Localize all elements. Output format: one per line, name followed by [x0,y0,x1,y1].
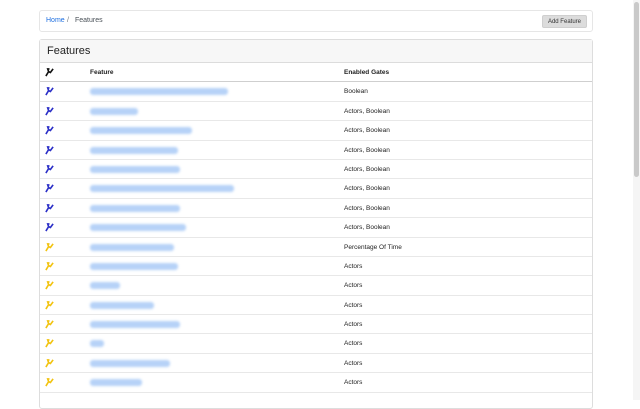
feature-name-link[interactable] [90,88,228,96]
enabled-gates-text: Actors [344,359,363,367]
enabled-gates-text: Actors [344,282,363,290]
table-row: Actors, Boolean [40,121,592,141]
feature-name-link[interactable] [90,185,234,193]
enabled-gates-text: Actors [344,262,363,270]
enabled-gates-text: Actors [344,379,363,387]
enabled-gates-text: Actors, Boolean [344,185,390,193]
table-row: Actors [40,334,592,354]
feature-name-link[interactable] [90,243,174,251]
enabled-gates-text: Actors, Boolean [344,165,390,173]
table-row: Actors [40,276,592,296]
table-row: Percentage Of Time [40,238,592,257]
scrollbar[interactable] [633,0,640,400]
feature-status-icon [45,203,54,213]
enabled-gates-text: Actors, Boolean [344,127,390,135]
feature-name-link[interactable] [90,262,178,270]
feature-name-link[interactable] [90,359,170,367]
feature-name-link[interactable] [90,282,120,290]
toggle-icon [45,68,54,77]
table-row: Actors, Boolean [40,218,592,238]
gates-column-header[interactable]: Enabled Gates [344,69,389,76]
table-row: Actors, Boolean [40,179,592,199]
breadcrumb-home-link[interactable]: Home [46,17,65,24]
enabled-gates-text: Actors, Boolean [344,224,390,232]
enabled-gates-text: Actors [344,301,363,309]
feature-status-icon [45,242,54,252]
feature-status-icon [45,378,54,387]
feature-status-icon [45,184,54,193]
table-row: Boolean [40,82,592,102]
feature-name-link[interactable] [90,224,186,232]
enabled-gates-text: Actors, Boolean [344,107,390,115]
feature-name-link[interactable] [90,146,178,154]
feature-name-link[interactable] [90,165,180,173]
feature-table-body: Boolean Actors, Boolean Actors, Boolean Act… [40,82,592,393]
feature-name-link[interactable] [90,204,180,212]
feature-status-icon [45,126,54,135]
feature-status-icon [45,165,54,174]
scrollbar-thumb[interactable] [634,2,639,177]
enabled-gates-text: Boolean [344,88,368,96]
feature-name-link[interactable] [90,127,192,135]
table-row: Actors [40,257,592,277]
breadcrumb-current: Features [75,17,103,24]
feature-name-link[interactable] [90,340,104,348]
table-row: Actors, Boolean [40,199,592,219]
table-row: Actors, Boolean [40,160,592,180]
enabled-gates-text: Actors [344,340,363,348]
feature-name-link[interactable] [90,107,138,115]
feature-column-header[interactable]: Feature [90,69,113,76]
feature-status-icon [45,223,54,232]
table-row: Actors [40,315,592,335]
feature-status-icon [45,281,54,290]
table-row: Actors [40,354,592,374]
feature-status-icon [45,358,54,368]
enabled-gates-text: Actors [344,321,363,329]
enabled-gates-text: Actors, Boolean [344,146,390,154]
feature-status-icon [45,145,54,155]
feature-status-icon [45,320,54,329]
feature-status-icon [45,300,54,310]
feature-name-link[interactable] [90,321,180,329]
feature-status-icon [45,87,54,96]
add-feature-button[interactable]: Add Feature [541,15,587,28]
feature-status-icon [45,339,54,348]
enabled-gates-text: Percentage Of Time [344,243,402,251]
table-row: Actors [40,373,592,393]
feature-name-link[interactable] [90,379,142,387]
table-header-row: Feature Enabled Gates [40,63,592,83]
breadcrumb-separator: / [67,17,69,24]
card-title: Features [40,40,592,63]
feature-status-icon [45,106,54,116]
feature-name-link[interactable] [90,301,154,309]
breadcrumb: Home / Features Add Feature [39,10,593,32]
enabled-gates-text: Actors, Boolean [344,204,390,212]
table-row: Actors [40,296,592,316]
table-row: Actors, Boolean [40,141,592,160]
table-row: Actors, Boolean [40,102,592,122]
feature-status-icon [45,261,54,271]
features-card: Features Feature Enabled Gates Boolean Ac… [39,39,593,409]
